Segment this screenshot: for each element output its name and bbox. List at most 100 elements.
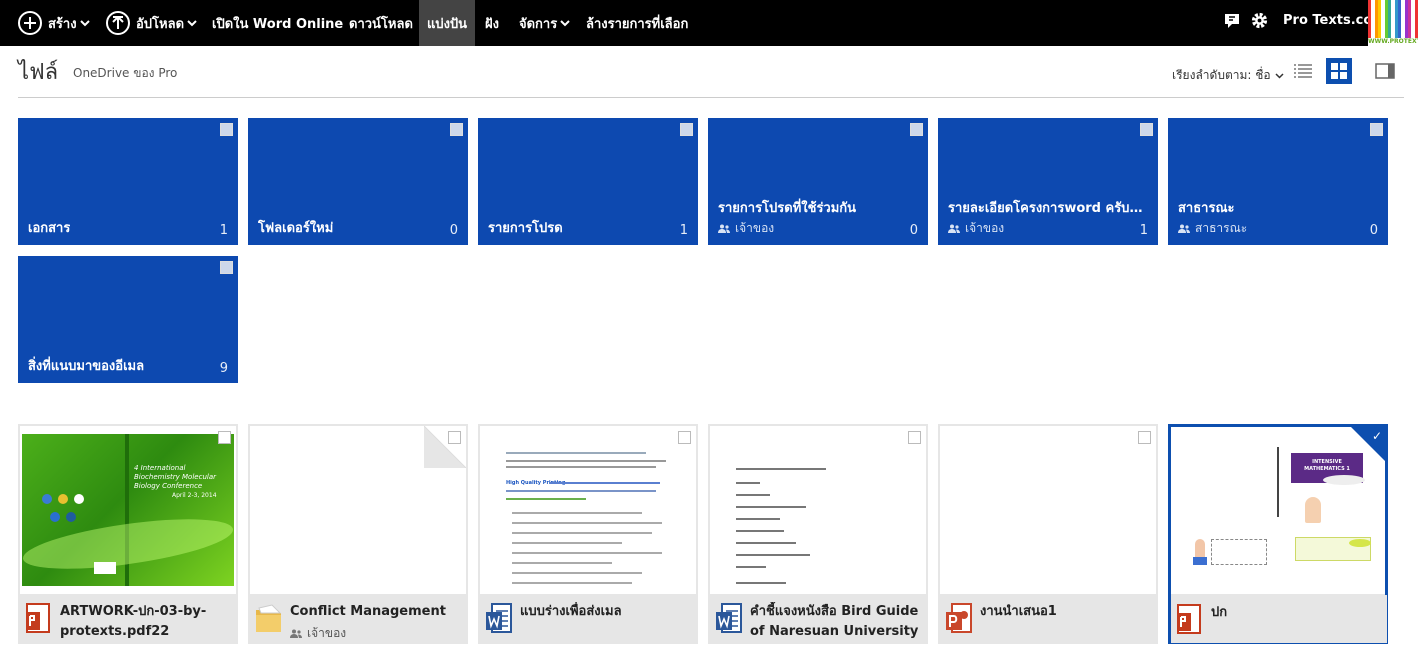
file-thumbnail	[250, 426, 466, 594]
folder-sub-label: เจ้าของ	[735, 221, 775, 235]
pdf-file-icon	[1177, 604, 1201, 634]
folder-sharing-status: สาธารณะ	[1178, 219, 1247, 238]
list-view-icon	[1294, 64, 1312, 78]
sort-dropdown[interactable]: เรียงลำดับตาม: ชื่อ	[1172, 66, 1284, 85]
barcode-logo-icon	[1368, 0, 1418, 38]
command-bar: สร้าง อัปโหลด เปิดใน Word Online ดาวน์โห…	[0, 0, 1418, 46]
folder-tile[interactable]: เอกสาร 1	[18, 118, 238, 245]
file-sharing-status: เจ้าของ	[290, 624, 346, 643]
people-icon	[1178, 224, 1190, 233]
cover-title: INTENSIVE MATHEMATICS 1	[1304, 459, 1350, 472]
cover-title: 4 International Biochemistry Molecular B…	[134, 464, 216, 490]
folder-tile[interactable]: รายละเอียดโครงการword ครับเ... เจ้าของ 1	[938, 118, 1158, 245]
folder-name: โฟลเดอร์ใหม่	[258, 221, 334, 236]
file-tile[interactable]: High Quality Printing แบบร่างเพื่อส่งเมล	[478, 424, 698, 644]
file-info: Conflict Management เจ้าของ	[250, 594, 466, 642]
share-button[interactable]: แบ่งปัน	[419, 0, 475, 46]
file-thumbnail: High Quality Printing	[480, 426, 696, 594]
file-tile[interactable]: Conflict Management เจ้าของ	[248, 424, 468, 644]
file-tile[interactable]: งานนำเสนอ1	[938, 424, 1158, 644]
manage-label: จัดการ	[519, 16, 558, 32]
file-info: ARTWORK-ปก-03-by-protexts.pdf22	[20, 594, 236, 642]
conference-cover-image: 4 International Biochemistry Molecular B…	[20, 434, 236, 586]
clear-selection-button[interactable]: ล้างรายการที่เลือก	[586, 0, 688, 46]
file-tile-selected[interactable]: INTENSIVE MATHEMATICS 1 ✓ ปก	[1168, 424, 1388, 644]
folder-name: เอกสาร	[28, 221, 71, 236]
chevron-down-icon	[187, 19, 197, 26]
folder-item-count: 1	[679, 223, 688, 238]
folder-tile[interactable]: สาธารณะ สาธารณะ 0	[1168, 118, 1388, 245]
open-in-word-online-label: เปิดใน Word Online	[212, 16, 344, 32]
checkmark-icon[interactable]: ✓	[1372, 429, 1382, 443]
cover-date: April 2-3, 2014	[172, 492, 217, 499]
word-file-icon	[716, 603, 742, 633]
folder-sharing-status: เจ้าของ	[718, 219, 774, 238]
download-button[interactable]: ดาวน์โหลด	[349, 0, 413, 46]
tile-checkbox[interactable]	[220, 261, 233, 274]
file-name: งานนำเสนอ1	[980, 604, 1057, 619]
upload-button[interactable]: อัปโหลด	[106, 0, 197, 46]
file-tile[interactable]: 4 International Biochemistry Molecular B…	[18, 424, 238, 644]
file-tile[interactable]: คำชี้แจงหนังสือ Bird Guide of Naresuan U…	[708, 424, 928, 644]
header-divider	[18, 97, 1404, 98]
embed-button[interactable]: ฝัง	[485, 0, 499, 46]
file-name: ARTWORK-ปก-03-by-protexts.pdf22	[60, 604, 207, 639]
upload-icon	[106, 11, 130, 35]
file-checkbox[interactable]	[1138, 431, 1151, 444]
file-thumbnail	[710, 426, 926, 594]
file-checkbox[interactable]	[678, 431, 691, 444]
people-icon	[718, 224, 730, 233]
list-view-button[interactable]	[1290, 58, 1316, 84]
tile-checkbox[interactable]	[680, 123, 693, 136]
feedback-icon[interactable]	[1223, 12, 1241, 30]
folder-item-count: 1	[219, 223, 228, 238]
folder-tile[interactable]: สิ่งที่แนบมาของอีเมล 9	[18, 256, 238, 383]
details-pane-icon	[1375, 63, 1395, 79]
folder-tile[interactable]: รายการโปรด 1	[478, 118, 698, 245]
tile-checkbox[interactable]	[1370, 123, 1383, 136]
clear-selection-label: ล้างรายการที่เลือก	[586, 16, 689, 32]
file-info: งานนำเสนอ1	[940, 594, 1156, 642]
tile-checkbox[interactable]	[450, 123, 463, 136]
chevron-down-icon	[1275, 72, 1284, 79]
details-pane-button[interactable]	[1372, 58, 1398, 84]
barcode-icon	[94, 562, 116, 574]
folder-item-count: 9	[219, 361, 228, 376]
folder-name: รายการโปรด	[488, 221, 563, 236]
thumbnail-view-button[interactable]	[1326, 58, 1352, 84]
tile-checkbox[interactable]	[910, 123, 923, 136]
folder-item-count: 0	[1369, 223, 1378, 238]
open-in-word-online-button[interactable]: เปิดใน Word Online	[212, 0, 343, 46]
folder-item-count: 0	[449, 223, 458, 238]
breadcrumb[interactable]: OneDrive ของ Pro	[73, 64, 177, 83]
folder-icon	[256, 604, 282, 632]
file-thumbnail: 4 International Biochemistry Molecular B…	[20, 426, 236, 594]
people-icon	[948, 224, 960, 233]
file-checkbox[interactable]	[448, 431, 461, 444]
folder-name: รายการโปรดที่ใช้ร่วมกัน	[718, 201, 857, 216]
grid-view-icon	[1331, 63, 1347, 79]
folder-item-count: 1	[1139, 223, 1148, 238]
file-thumbnail	[940, 426, 1156, 594]
tile-checkbox[interactable]	[220, 123, 233, 136]
create-button[interactable]: สร้าง	[18, 0, 90, 46]
folder-name: รายละเอียดโครงการword ครับเ...	[948, 201, 1144, 216]
plus-icon	[18, 11, 42, 35]
logo-url-text: WWW.PROTEXTS.COM	[1368, 38, 1418, 45]
file-info: คำชี้แจงหนังสือ Bird Guide of Naresuan U…	[710, 594, 926, 642]
chevron-down-icon	[560, 19, 570, 26]
gear-icon[interactable]	[1250, 11, 1269, 30]
folder-name: สาธารณะ	[1178, 201, 1235, 216]
tile-checkbox[interactable]	[1140, 123, 1153, 136]
file-checkbox[interactable]	[908, 431, 921, 444]
file-sub-label: เจ้าของ	[307, 626, 347, 640]
create-label: สร้าง	[48, 16, 77, 32]
powerpoint-file-icon	[946, 603, 972, 633]
folder-tile[interactable]: โฟลเดอร์ใหม่ 0	[248, 118, 468, 245]
people-icon	[290, 629, 302, 638]
folder-tile[interactable]: รายการโปรดที่ใช้ร่วมกัน เจ้าของ 0	[708, 118, 928, 245]
file-checkbox[interactable]	[218, 431, 231, 444]
manage-button[interactable]: จัดการ	[519, 0, 570, 46]
chevron-down-icon	[79, 19, 90, 26]
folder-item-count: 0	[909, 223, 918, 238]
